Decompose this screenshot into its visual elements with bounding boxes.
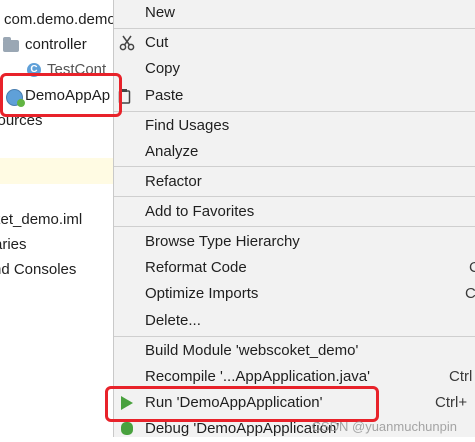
bug-icon: [121, 422, 133, 435]
menu-item-add-to-favorites[interactable]: Add to Favorites: [114, 199, 475, 225]
menu-item-label: Delete...: [145, 312, 201, 329]
menu-item-label: Refactor: [145, 173, 202, 190]
tree-item-label: controller: [25, 36, 87, 53]
menu-item-cut[interactable]: Cut: [114, 30, 475, 56]
menu-item-label: Copy: [145, 60, 181, 77]
annotation-box-run-item: [105, 386, 379, 422]
watermark: CSDN @yuanmuchunpin: [311, 419, 457, 434]
menu-separator: [114, 166, 475, 167]
menu-item-reformat-code[interactable]: Reformat Code C: [114, 255, 475, 281]
menu-item-refactor[interactable]: Refactor: [114, 169, 475, 195]
menu-item-label: Find Usages: [145, 117, 230, 134]
menu-item-label: Optimize Imports: [145, 285, 259, 302]
tree-item-label: com.demo.demo: [4, 11, 114, 28]
menu-item-label: Browse Type Hierarchy: [145, 233, 300, 250]
menu-item-label: Build Module 'webscoket_demo': [145, 342, 359, 359]
menu-item-new[interactable]: New: [114, 0, 475, 26]
menu-item-label: Cut: [145, 34, 169, 51]
menu-item-label: Analyze: [145, 143, 199, 160]
menu-item-label: Add to Favorites: [145, 203, 255, 220]
menu-item-build-module[interactable]: Build Module 'webscoket_demo': [114, 338, 475, 364]
menu-item-label: Paste: [145, 87, 184, 104]
menu-separator: [114, 336, 475, 337]
menu-item-find-usages[interactable]: Find Usages: [114, 113, 475, 139]
project-tree: com.demo.demo controller C TestCont Demo…: [0, 0, 114, 437]
menu-item-shortcut: Ctrl+: [435, 394, 468, 411]
tree-item-label: nd Consoles: [0, 261, 77, 278]
package-folder-icon: [3, 37, 19, 52]
menu-item-optimize-imports[interactable]: Optimize Imports C: [114, 281, 475, 307]
menu-item-shortcut: C: [469, 259, 475, 276]
menu-separator: [114, 196, 475, 197]
tree-item-label: ket_demo.iml: [0, 211, 83, 228]
menu-separator: [114, 226, 475, 227]
menu-item-shortcut: C: [465, 285, 475, 302]
menu-item-browse-type-hierarchy[interactable]: Browse Type Hierarchy: [114, 229, 475, 255]
menu-item-analyze[interactable]: Analyze: [114, 139, 475, 165]
menu-item-copy[interactable]: Copy: [114, 56, 475, 82]
menu-item-delete[interactable]: Delete...: [114, 308, 475, 334]
menu-item-paste[interactable]: Paste: [114, 83, 475, 109]
menu-item-label: Reformat Code: [145, 259, 247, 276]
menu-separator: [114, 111, 475, 112]
context-menu: New Cut Copy Paste Find Usages Analyze R…: [113, 0, 475, 437]
menu-item-shortcut: Ctrl: [449, 368, 473, 385]
tree-highlight-row: [0, 158, 114, 184]
scissors-icon: [119, 35, 135, 51]
tree-item-label: aries: [0, 236, 27, 253]
annotation-box-tree-item: [0, 73, 122, 117]
menu-item-label: New: [145, 4, 176, 21]
menu-separator: [114, 28, 475, 29]
